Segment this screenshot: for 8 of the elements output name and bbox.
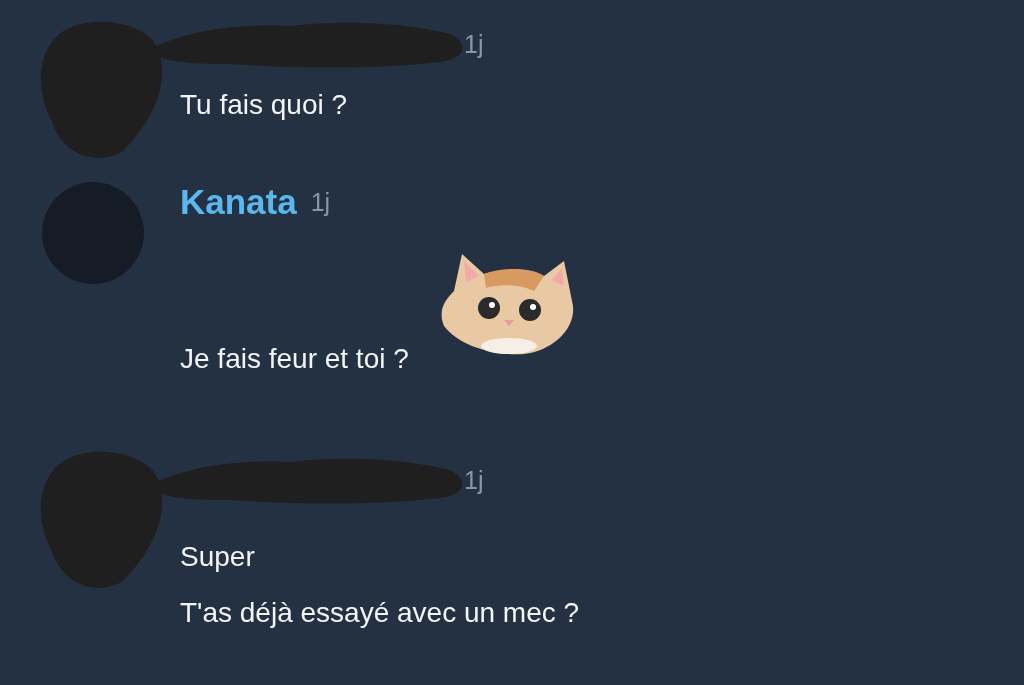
timestamp: 1j	[464, 29, 484, 59]
username[interactable]: Kanata	[180, 182, 297, 222]
message-text: Tu fais quoi ?	[180, 88, 349, 122]
message-text: Je fais feur et toi ?	[180, 342, 409, 376]
message-text: Super	[180, 540, 256, 574]
timestamp: 1j	[310, 187, 331, 217]
message-text: T'as déjà essayé avec un mec ?	[180, 596, 581, 630]
timestamp: 1j	[464, 465, 484, 495]
